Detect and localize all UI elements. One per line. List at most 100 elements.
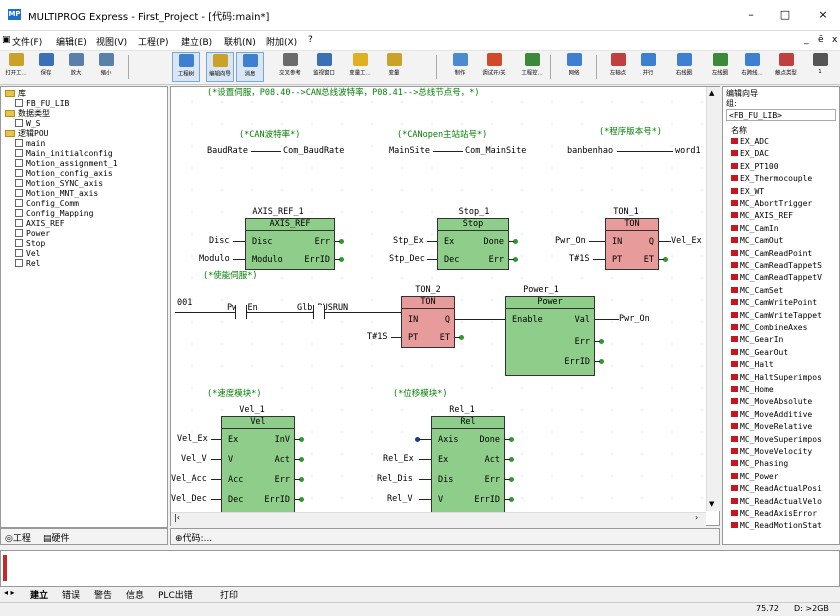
tree-item-main[interactable]: main (15, 139, 45, 149)
fb-axis-ref[interactable]: AXIS_REF Disc Modulo Err ErrID (245, 218, 335, 270)
editor-horizontal-scrollbar[interactable]: |‹ › (171, 512, 706, 526)
library-item[interactable]: MC_GearOut (731, 348, 788, 357)
scroll-up-icon[interactable]: ▲ (709, 89, 714, 97)
library-item[interactable]: MC_ReadActualPosi (731, 484, 822, 493)
library-item[interactable]: EX_WT (731, 187, 764, 196)
var-rel-ex[interactable]: Rel_Ex (383, 454, 414, 464)
library-item[interactable]: MC_Power (731, 472, 779, 481)
library-item[interactable]: MC_ReadActualVelo (731, 497, 822, 506)
contact-glb-busrun[interactable] (313, 305, 325, 319)
toolbar-button-network[interactable]: 网络 (560, 52, 588, 82)
var-pwr-on-out[interactable]: Pwr_On (619, 314, 650, 324)
toolbar-button-left-coil[interactable]: 左线圈 (706, 52, 734, 82)
library-item[interactable]: MC_MoveSuperimpos (731, 435, 822, 444)
output-tab[interactable]: PLC出错 (158, 588, 193, 601)
tab-hardware[interactable]: ▤硬件 (43, 531, 70, 544)
tab-code-main[interactable]: ⊕代码:... (175, 531, 212, 544)
menu-help[interactable]: ? (308, 35, 313, 45)
toolbar-button-cross-reference[interactable]: 交叉参考 (276, 52, 304, 82)
tree-item-vel[interactable]: Vel (15, 249, 40, 259)
output-tab[interactable]: 建立 (30, 588, 48, 601)
toolbar-button-parallel[interactable]: 并行 (634, 52, 662, 82)
tree-item-motion-assignment-1[interactable]: Motion_assignment_1 (15, 159, 118, 169)
toolbar-button-make[interactable]: 制作 (446, 52, 474, 82)
tree-item-config-mapping[interactable]: Config_Mapping (15, 209, 93, 219)
library-item[interactable]: EX_Thermocouple (731, 174, 812, 183)
var-mainsite[interactable]: MainSite (389, 146, 430, 156)
toolbar-button-right-coil[interactable]: 右线圈 (670, 52, 698, 82)
library-item[interactable]: MC_CamReadTappetS (731, 261, 822, 270)
library-item[interactable]: MC_MoveAdditive (731, 410, 812, 419)
output-tab[interactable]: 错误 (62, 588, 80, 601)
library-item[interactable]: MC_MoveVelocity (731, 447, 812, 456)
library-item[interactable]: EX_DAC (731, 149, 769, 158)
toolbar-button-contact-type[interactable]: 触点类型 (772, 52, 800, 82)
toolbar-button-zoom-in[interactable]: 放大 (62, 52, 90, 82)
tab-project[interactable]: ◎工程 (5, 531, 31, 544)
library-item[interactable]: MC_CamIn (731, 224, 779, 233)
library-item[interactable]: MC_CamReadPoint (731, 249, 812, 258)
tree-item-motion-config-axis[interactable]: Motion_config_axis (15, 169, 113, 179)
scroll-left-icon[interactable]: |‹ (174, 513, 180, 522)
library-item[interactable]: MC_ReadAxisError (731, 509, 817, 518)
var-vel-acc[interactable]: Vel_Acc (171, 474, 207, 484)
contact-pwr-en[interactable] (235, 305, 247, 319)
fb-ton-1[interactable]: TON IN PT Q ET (605, 218, 659, 270)
toolbar-button-save[interactable]: 保存 (32, 52, 60, 82)
toolbar-button-debug-toggle[interactable]: 调试开/关 (480, 52, 508, 82)
output-tab[interactable]: 警告 (94, 588, 112, 601)
var-disc[interactable]: Disc (209, 236, 229, 246)
var-vel-dec[interactable]: Vel_Dec (171, 494, 207, 504)
doc-restore-button[interactable]: ē (818, 35, 824, 45)
library-item[interactable]: MC_CamWritePoint (731, 298, 817, 307)
tree-item--[interactable]: 数据类型 (5, 109, 50, 119)
fb-vel[interactable]: Vel Ex V Acc Dec InV Act Err ErrID (221, 416, 295, 516)
menu-project[interactable]: 工程(P) (138, 35, 168, 48)
library-item[interactable]: MC_Phasing (731, 459, 788, 468)
library-item[interactable]: MC_GearIn (731, 335, 783, 344)
minimize-button[interactable]: – (736, 6, 766, 24)
toolbar-button-watch-window[interactable]: 监视窗口 (310, 52, 338, 82)
library-item[interactable]: MC_CamReadTappetV (731, 273, 822, 282)
library-item[interactable]: MC_MoveAbsolute (731, 397, 812, 406)
group-select[interactable]: <FB_FU_LIB> (726, 109, 836, 121)
toolbar-button-variable[interactable]: 变量 (380, 52, 408, 82)
library-item[interactable]: MC_HaltSuperimpos (731, 373, 822, 382)
var-modulo[interactable]: Modulo (199, 254, 230, 264)
library-item[interactable]: MC_MoveRelative (731, 422, 812, 431)
fbd-editor-canvas[interactable]: (*设置伺服，P08.40-->CAN总线波特率，P08.41-->总线节点号，… (170, 86, 720, 526)
menu-file[interactable]: 文件(F) (12, 35, 42, 48)
toolbar-button-project-tree[interactable]: 工程树 (172, 52, 200, 82)
var-vel-v[interactable]: Vel_V (181, 454, 207, 464)
scroll-right-icon[interactable]: › (695, 513, 698, 522)
var-rel-dis[interactable]: Rel_Dis (377, 474, 413, 484)
close-button[interactable]: × (808, 6, 838, 24)
var-vel-ex-out[interactable]: Vel_Ex (671, 236, 702, 246)
toolbar-button-open-project[interactable]: 打开工... (2, 52, 30, 82)
fb-ton-2[interactable]: TON IN PT Q ET (401, 296, 455, 348)
tree-item-w-s[interactable]: W_S (15, 119, 40, 129)
library-item[interactable]: MC_ReadMotionStat (731, 521, 822, 530)
var-vel-ex[interactable]: Vel_Ex (177, 434, 208, 444)
tree-item-main-initialconfig[interactable]: Main_initialconfig (15, 149, 113, 159)
var-t1s-2[interactable]: T#1S (367, 332, 387, 342)
library-item[interactable]: MC_AbortTrigger (731, 199, 812, 208)
menu-edit[interactable]: 编辑(E) (56, 35, 87, 48)
var-t1s[interactable]: T#1S (569, 254, 589, 264)
maximize-button[interactable]: □ (770, 6, 800, 24)
library-item[interactable]: MC_CamWriteTappet (731, 311, 822, 320)
toolbar-button-left-rail[interactable]: 左轴点 (604, 52, 632, 82)
var-baudrate[interactable]: BaudRate (207, 146, 248, 156)
var-com-mainsite[interactable]: Com_MainSite (465, 146, 526, 156)
tree-item-fb-fu-lib[interactable]: FB_FU_LIB (15, 99, 69, 109)
var-banbenhao[interactable]: banbenhao (567, 146, 613, 156)
doc-close-button[interactable]: x (832, 35, 837, 45)
menu-online[interactable]: 联机(N) (224, 35, 256, 48)
fb-stop[interactable]: Stop Ex Dec Done Err (437, 218, 509, 270)
fb-power[interactable]: Power Enable Val Err ErrID (505, 296, 595, 376)
tree-item-config-comm[interactable]: Config_Comm (15, 199, 79, 209)
library-item[interactable]: MC_Home (731, 385, 774, 394)
tree-item-rel[interactable]: Rel (15, 259, 40, 269)
tree-item-axis-ref[interactable]: AXIS_REF (15, 219, 65, 229)
toolbar-button-more[interactable]: 1 (806, 52, 834, 82)
